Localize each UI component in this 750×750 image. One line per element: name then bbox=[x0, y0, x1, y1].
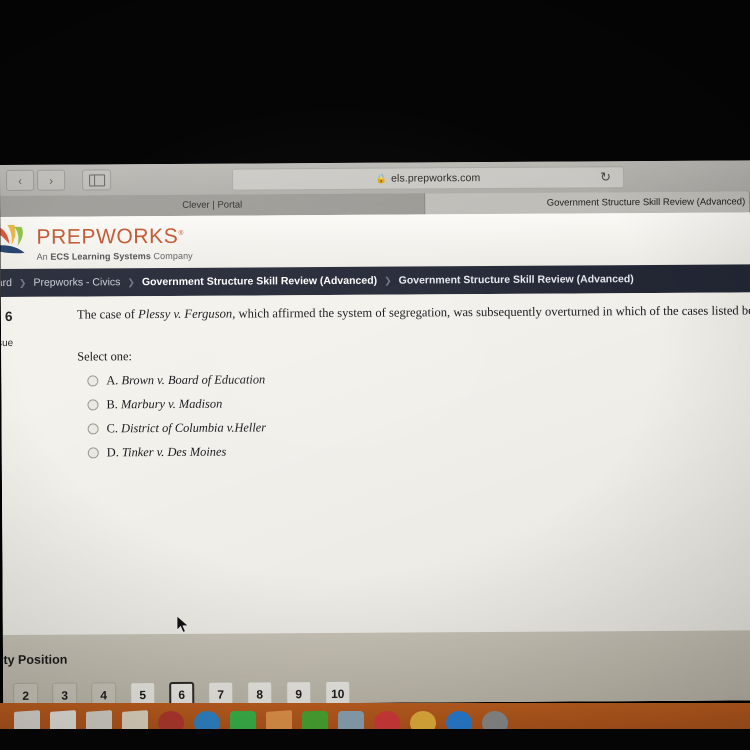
reminders-icon[interactable] bbox=[410, 711, 436, 729]
page-button-2[interactable]: 2 bbox=[13, 682, 39, 705]
breadcrumb-item-skill-review[interactable]: Government Structure Skill Review (Advan… bbox=[142, 275, 377, 288]
page-button-9[interactable]: 9 bbox=[286, 681, 312, 705]
answer-label-a: A. Brown v. Board of Education bbox=[106, 372, 266, 388]
select-one-label: Select one: bbox=[77, 349, 132, 364]
question-number: n 6 bbox=[0, 308, 13, 324]
breadcrumb-item-prepworks-civics[interactable]: Prepworks - Civics bbox=[33, 276, 120, 289]
mac-dock bbox=[0, 703, 750, 729]
question-case-citation: Plessy v. Ferguson bbox=[138, 306, 233, 322]
tab-label: Clever | Portal bbox=[182, 199, 243, 211]
photos-icon[interactable] bbox=[338, 711, 364, 729]
forward-button[interactable]: › bbox=[37, 169, 66, 191]
mail-icon[interactable] bbox=[158, 711, 184, 729]
safari-icon[interactable] bbox=[194, 711, 220, 729]
question-main: The case of Plessy v. Ferguson, which af… bbox=[77, 302, 750, 469]
chevron-right-icon: ❯ bbox=[18, 277, 27, 288]
breadcrumb-item-dashboard[interactable]: ard bbox=[1, 277, 12, 289]
question-pager: 2 3 4 5 6 7 8 9 10 bbox=[13, 680, 351, 705]
laptop-screen: ‹ › 🔒 els.prepworks.com ↻ Clever | Porta… bbox=[0, 160, 750, 705]
tagline-suffix: Company bbox=[153, 250, 193, 262]
messages-icon[interactable] bbox=[230, 711, 256, 729]
tagline-main: ECS Learning Systems bbox=[50, 251, 151, 262]
tab-label: Government Structure Skill Review (Advan… bbox=[546, 196, 746, 209]
question-text-part1: The case of bbox=[76, 307, 139, 322]
lock-icon: 🔒 bbox=[375, 173, 388, 184]
chevron-right-icon: ❯ bbox=[384, 275, 392, 286]
page-button-6[interactable]: 6 bbox=[169, 681, 195, 705]
page-button-7[interactable]: 7 bbox=[208, 681, 234, 705]
notes-icon[interactable] bbox=[122, 710, 148, 729]
prepworks-logo[interactable]: PREPWORKS® An ECS Learning Systems Compa… bbox=[0, 221, 193, 262]
activity-position-panel: vity Position 2 3 4 5 6 7 8 9 10 bbox=[0, 630, 750, 705]
answer-label-c: C. District of Columbia v.Heller bbox=[106, 420, 267, 436]
page-button-4[interactable]: 4 bbox=[91, 682, 117, 705]
registered-trademark-icon: ® bbox=[178, 229, 185, 237]
sidebar-panel-icon bbox=[88, 173, 105, 186]
flag-issue-link[interactable]: ssue bbox=[0, 338, 67, 349]
question-text: The case of Plessy v. Ferguson, which af… bbox=[77, 302, 750, 323]
logo-tagline: An ECS Learning Systems Company bbox=[37, 251, 193, 262]
browser-nav-group: ‹ › bbox=[6, 169, 112, 191]
page-button-3[interactable]: 3 bbox=[52, 682, 78, 705]
appstore-icon[interactable] bbox=[446, 711, 472, 729]
prepworks-wordmark: PREPWORKS® An ECS Learning Systems Compa… bbox=[36, 221, 192, 262]
radio-button-b[interactable] bbox=[87, 399, 99, 411]
address-bar[interactable]: 🔒 els.prepworks.com bbox=[232, 166, 625, 191]
answer-label-b: B. Marbury v. Madison bbox=[106, 396, 223, 412]
folder-icon[interactable] bbox=[86, 710, 112, 729]
activity-position-title: vity Position bbox=[0, 652, 68, 668]
question-text-part2: , which affirmed the system of segregati… bbox=[232, 303, 750, 321]
answer-options: A. Brown v. Board of Education B. Marbur… bbox=[77, 369, 750, 460]
reload-icon: ↻ bbox=[600, 169, 612, 185]
numbers-icon[interactable] bbox=[302, 711, 328, 729]
prepworks-swoosh-icon bbox=[0, 222, 35, 260]
chevron-right-icon: ❯ bbox=[127, 276, 135, 287]
photograph-of-laptop-screen: ‹ › 🔒 els.prepworks.com ↻ Clever | Porta… bbox=[0, 0, 750, 750]
document-icon[interactable] bbox=[50, 710, 76, 729]
chevron-right-icon: › bbox=[49, 173, 54, 188]
settings-icon[interactable] bbox=[482, 711, 508, 729]
dock-icon-row bbox=[0, 710, 750, 729]
back-button[interactable]: ‹ bbox=[6, 169, 35, 191]
answer-option-a[interactable]: A. Brown v. Board of Education bbox=[77, 369, 750, 388]
tagline-prefix: An bbox=[36, 251, 48, 262]
answer-label-d: D. Tinker v. Des Moines bbox=[106, 444, 227, 460]
photo-dark-top-border bbox=[0, 0, 750, 165]
page-button-8[interactable]: 8 bbox=[247, 681, 273, 705]
photo-dark-bottom-border bbox=[0, 729, 750, 750]
chevron-left-icon: ‹ bbox=[18, 173, 23, 188]
radio-button-d[interactable] bbox=[87, 447, 99, 459]
answer-option-d[interactable]: D. Tinker v. Des Moines bbox=[78, 441, 750, 460]
url-text: els.prepworks.com bbox=[391, 172, 481, 185]
page-button-10[interactable]: 10 bbox=[325, 680, 351, 705]
music-icon[interactable] bbox=[374, 711, 400, 729]
site-header: PREPWORKS® An ECS Learning Systems Compa… bbox=[0, 212, 750, 269]
radio-button-c[interactable] bbox=[87, 423, 99, 435]
page-button-5[interactable]: 5 bbox=[130, 682, 156, 705]
finder-icon[interactable] bbox=[14, 710, 40, 729]
sidebar-toggle-button[interactable] bbox=[82, 169, 112, 191]
tab-government-structure-skill-review[interactable]: Government Structure Skill Review (Advan… bbox=[425, 191, 750, 215]
logo-word: PREPWORKS® bbox=[36, 224, 185, 249]
breadcrumb-item-skill-review-current: Government Structure Skill Review (Advan… bbox=[398, 273, 634, 287]
answer-option-c[interactable]: C. District of Columbia v.Heller bbox=[78, 417, 750, 436]
radio-button-a[interactable] bbox=[87, 375, 99, 387]
question-sidebar: n 6 ssue bbox=[0, 308, 67, 349]
presentation-icon[interactable] bbox=[266, 710, 292, 729]
answer-option-b[interactable]: B. Marbury v. Madison bbox=[77, 393, 750, 412]
reload-button[interactable]: ↻ bbox=[600, 169, 612, 185]
tab-clever-portal[interactable]: Clever | Portal bbox=[0, 193, 426, 217]
web-page: PREPWORKS® An ECS Learning Systems Compa… bbox=[0, 212, 750, 705]
